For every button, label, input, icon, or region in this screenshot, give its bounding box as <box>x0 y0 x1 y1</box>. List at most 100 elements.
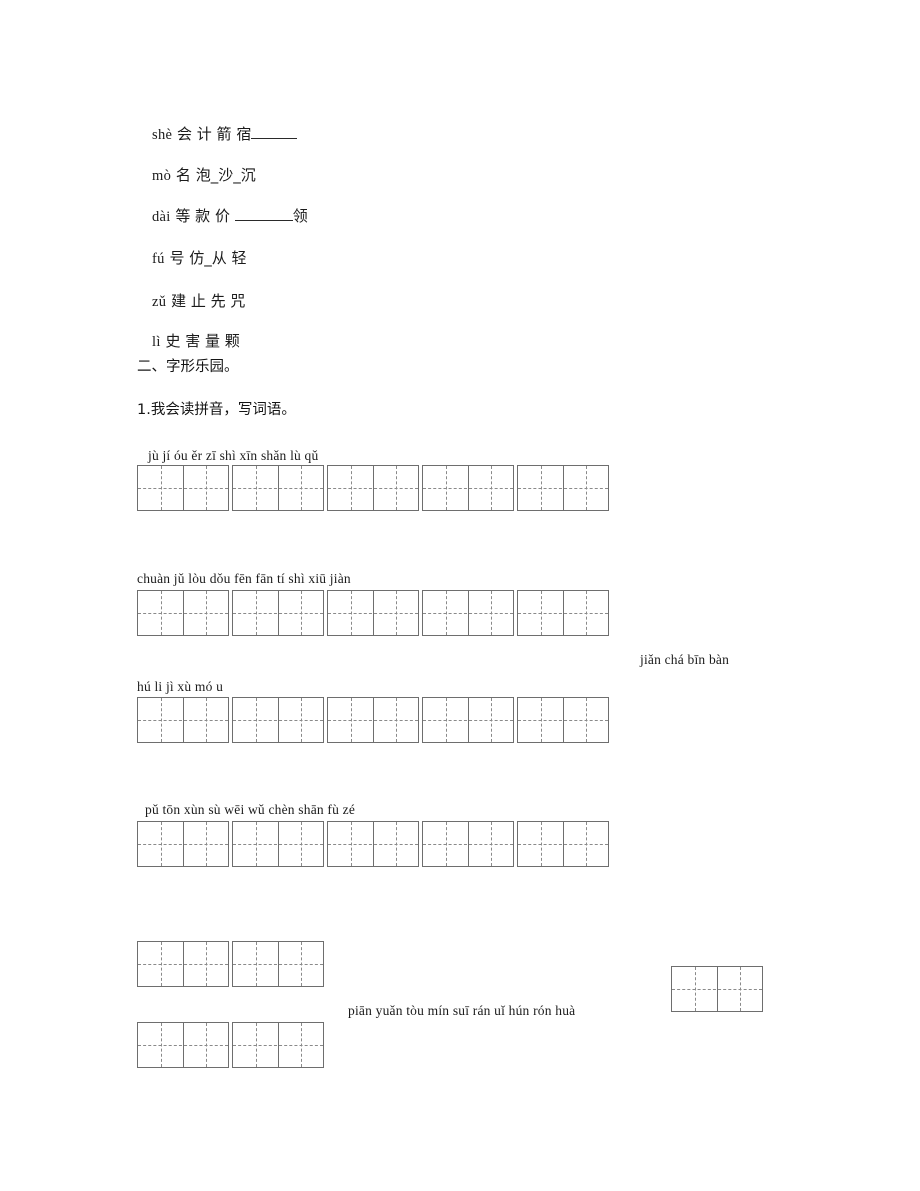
char-line-pinyin: zǔ <box>152 294 167 310</box>
tianzige-box[interactable] <box>232 1022 324 1068</box>
tianzige-box[interactable] <box>137 465 229 511</box>
grid-dashed-vertical-left <box>445 822 447 866</box>
grid-dashed-vertical-left <box>160 698 162 742</box>
grid-dashed-horizontal <box>233 1045 323 1046</box>
tianzige-box[interactable] <box>517 465 609 511</box>
item-heading-one: 1.我会读拼音，写词语。 <box>137 402 296 418</box>
grid-dashed-horizontal <box>138 964 228 965</box>
tianzige-box[interactable] <box>671 966 763 1012</box>
pinyin-row-4: pǔ tōn xùn sù wēi wǔ chèn shān fù zé <box>145 802 356 817</box>
char-line-space-2 <box>230 207 235 225</box>
answer-blank[interactable] <box>234 220 293 221</box>
grid-dashed-vertical-left <box>445 591 447 635</box>
grid-dashed-horizontal <box>138 1045 228 1046</box>
grid-dashed-vertical-right <box>395 466 397 510</box>
grid-dashed-vertical-left <box>255 466 257 510</box>
grid-dashed-vertical-left <box>350 466 352 510</box>
grid-strip-row-2 <box>137 590 609 636</box>
grid-strip-row-5a <box>137 941 324 987</box>
grid-dashed-vertical-left <box>694 967 696 1011</box>
grid-dashed-vertical-right <box>300 466 302 510</box>
tianzige-box[interactable] <box>232 941 324 987</box>
grid-dashed-vertical-left <box>255 822 257 866</box>
grid-strip-row-3 <box>137 697 609 743</box>
grid-dashed-horizontal <box>518 844 608 845</box>
answer-blank[interactable] <box>251 138 298 139</box>
grid-dashed-vertical-left <box>445 698 447 742</box>
grid-dashed-horizontal <box>423 488 513 489</box>
grid-dashed-horizontal <box>423 720 513 721</box>
tianzige-box[interactable] <box>422 821 514 867</box>
char-exercise-line-4: fú 号 仿_从 轻 <box>137 236 247 282</box>
tianzige-box[interactable] <box>232 697 324 743</box>
grid-dashed-vertical-right <box>300 1023 302 1067</box>
char-line-characters: 等 款 价 <box>175 207 230 225</box>
grid-strip-row-1 <box>137 465 609 511</box>
grid-dashed-vertical-right <box>205 822 207 866</box>
tianzige-box[interactable] <box>232 590 324 636</box>
tianzige-box[interactable] <box>232 465 324 511</box>
char-exercise-line-3: dài 等 款 价 领 <box>137 194 308 240</box>
grid-strip-row-5-solo <box>671 966 763 1012</box>
grid-dashed-vertical-right <box>300 591 302 635</box>
pinyin-row-3: hú li jì xù mó u <box>137 679 224 694</box>
pinyin-row-3-right: jiǎn chá bīn bàn <box>640 652 730 667</box>
grid-dashed-vertical-right <box>205 591 207 635</box>
grid-dashed-vertical-right <box>205 942 207 986</box>
tianzige-box[interactable] <box>327 590 419 636</box>
grid-dashed-vertical-right <box>395 591 397 635</box>
grid-dashed-vertical-right <box>585 591 587 635</box>
grid-dashed-horizontal <box>138 844 228 845</box>
grid-dashed-vertical-right <box>490 822 492 866</box>
grid-dashed-vertical-right <box>205 466 207 510</box>
pinyin-row-5: piān yuǎn tòu mín suī rán uǐ hún rón huà <box>348 1003 576 1018</box>
tianzige-box[interactable] <box>137 590 229 636</box>
grid-dashed-vertical-right <box>490 591 492 635</box>
grid-dashed-vertical-left <box>540 698 542 742</box>
char-line-characters: 会 计 箭 宿 <box>177 125 252 143</box>
char-line-characters: 名 泡_沙_沉 <box>175 166 256 184</box>
grid-strip-row-4 <box>137 821 609 867</box>
grid-dashed-vertical-right <box>300 698 302 742</box>
grid-dashed-vertical-left <box>160 1023 162 1067</box>
tianzige-box[interactable] <box>517 697 609 743</box>
grid-dashed-vertical-right <box>205 698 207 742</box>
grid-dashed-horizontal <box>233 964 323 965</box>
char-line-characters: 史 害 量 颗 <box>165 332 240 350</box>
tianzige-box[interactable] <box>327 697 419 743</box>
grid-dashed-vertical-right <box>205 1023 207 1067</box>
char-line-pinyin: mò <box>152 168 172 184</box>
grid-dashed-vertical-right <box>395 698 397 742</box>
grid-dashed-vertical-right <box>300 942 302 986</box>
grid-strip-row-5b <box>137 1022 324 1068</box>
tianzige-box[interactable] <box>137 941 229 987</box>
grid-dashed-horizontal <box>233 720 323 721</box>
tianzige-box[interactable] <box>422 465 514 511</box>
tianzige-box[interactable] <box>517 590 609 636</box>
grid-dashed-vertical-right <box>585 698 587 742</box>
grid-dashed-vertical-left <box>160 591 162 635</box>
tianzige-box[interactable] <box>422 590 514 636</box>
grid-dashed-vertical-left <box>350 822 352 866</box>
tianzige-box[interactable] <box>137 821 229 867</box>
tianzige-box[interactable] <box>232 821 324 867</box>
grid-dashed-vertical-right <box>395 822 397 866</box>
grid-dashed-horizontal <box>233 488 323 489</box>
grid-dashed-vertical-left <box>255 698 257 742</box>
grid-dashed-vertical-left <box>255 942 257 986</box>
char-exercise-line-1: shè 会 计 箭 宿 <box>137 112 298 158</box>
grid-dashed-horizontal <box>423 844 513 845</box>
grid-dashed-horizontal <box>233 613 323 614</box>
tianzige-box[interactable] <box>327 821 419 867</box>
tianzige-box[interactable] <box>327 465 419 511</box>
grid-dashed-horizontal <box>328 488 418 489</box>
grid-dashed-vertical-right <box>739 967 741 1011</box>
tianzige-box[interactable] <box>137 697 229 743</box>
pinyin-row-2: chuàn jǔ lòu dǒu fēn fān tí shì xiū jiàn <box>137 571 351 586</box>
grid-dashed-vertical-right <box>490 466 492 510</box>
tianzige-box[interactable] <box>422 697 514 743</box>
tianzige-box[interactable] <box>137 1022 229 1068</box>
grid-dashed-horizontal <box>138 720 228 721</box>
tianzige-box[interactable] <box>517 821 609 867</box>
char-line-pinyin: lì <box>152 334 161 350</box>
